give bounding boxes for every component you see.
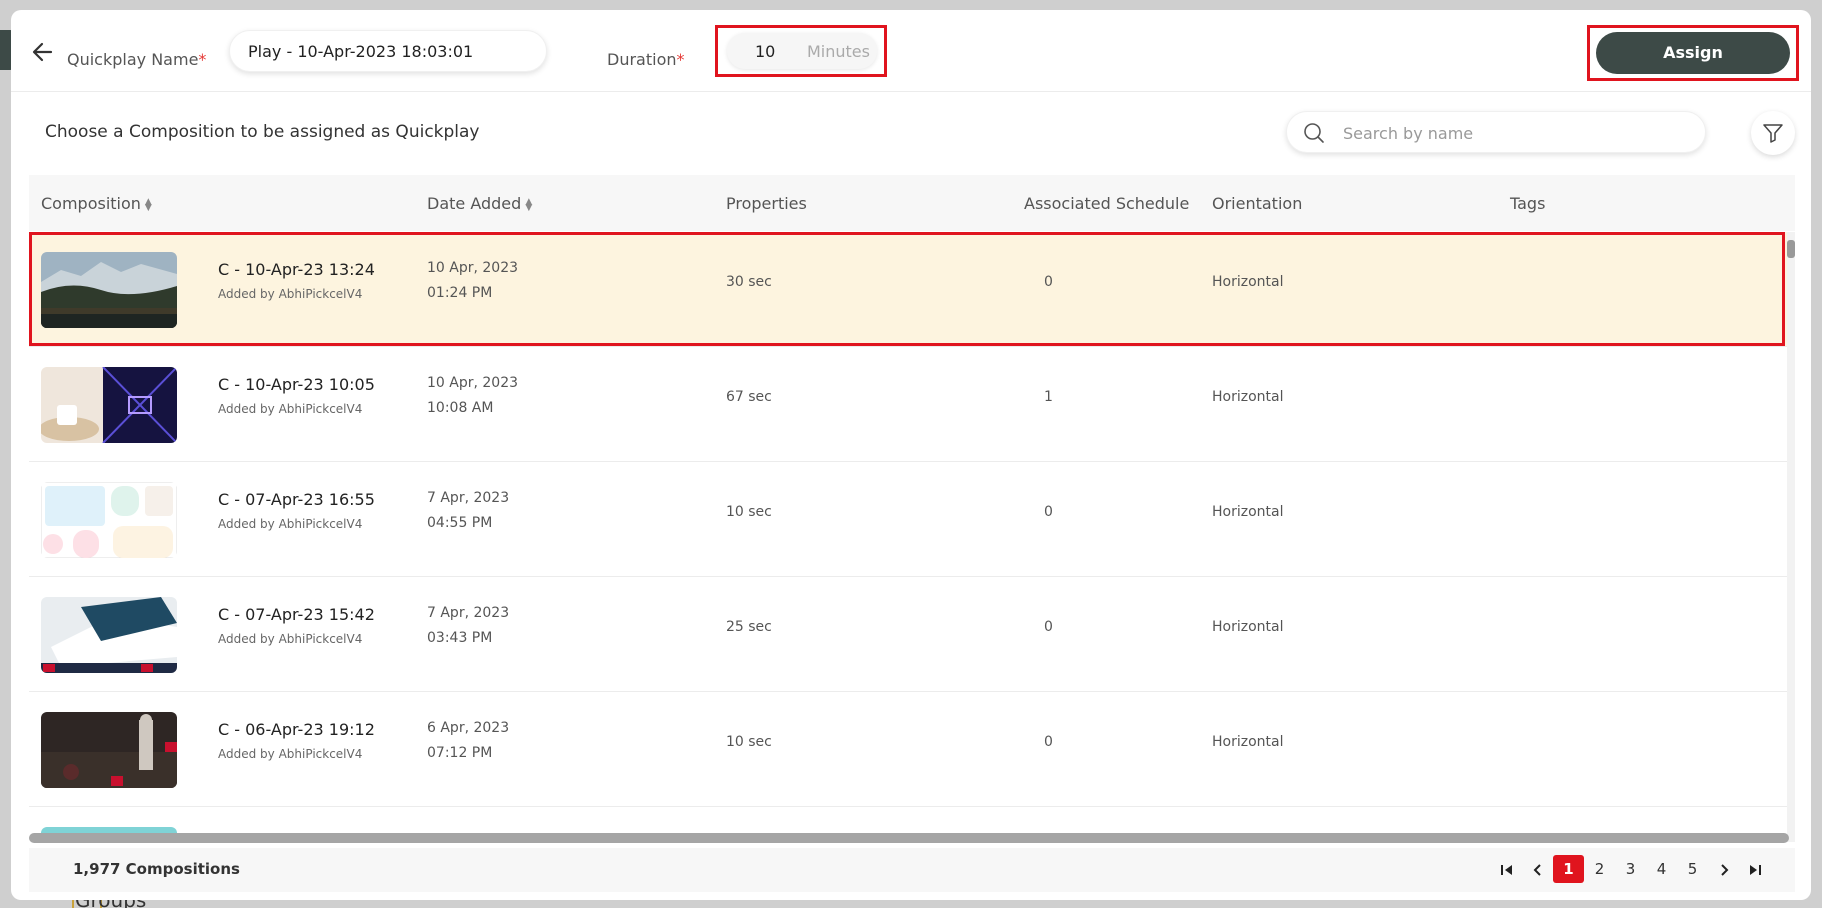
table-footer: 1,977 Compositions 1 2 3 4 5 [29,848,1795,892]
quickplay-name-label: Quickplay Name* [67,50,207,69]
orientation: Horizontal [1212,619,1284,635]
last-page-icon [1749,864,1761,875]
chevron-left-icon [1533,863,1541,876]
composition-name: C - 10-Apr-23 13:24 [218,260,375,279]
properties-duration: 10 sec [726,734,772,750]
composition-added-by: Added by AbhiPickcelV4 [218,287,363,301]
search-input[interactable]: Search by name [1286,111,1706,153]
composition-thumbnail [41,367,177,443]
quickplay-modal: Quickplay Name* Play - 10-Apr-2023 18:03… [11,10,1811,900]
composition-name: C - 06-Apr-23 19:12 [218,720,375,739]
associated-schedule-count: 0 [1044,619,1053,635]
table-row[interactable]: C - 10-Apr-23 10:05 Added by AbhiPickcel… [29,347,1795,462]
page-3[interactable]: 3 [1615,855,1646,883]
table-row[interactable]: C - 07-Apr-23 16:55 Added by AbhiPickcel… [29,462,1795,577]
date-added: 7 Apr, 2023 [427,490,510,506]
properties-duration: 10 sec [726,504,772,520]
column-composition[interactable]: Composition ▲ ▼ [41,194,152,213]
assign-button[interactable]: Assign [1596,32,1790,74]
date-added: 7 Apr, 2023 [427,605,510,621]
associated-schedule-count: 0 [1044,274,1053,290]
composition-name: C - 10-Apr-23 10:05 [218,375,375,394]
composition-added-by: Added by AbhiPickcelV4 [218,402,363,416]
search-placeholder: Search by name [1343,124,1474,143]
column-tags: Tags [1510,194,1546,213]
composition-added-by: Added by AbhiPickcelV4 [218,747,363,761]
table-header: Composition ▲ ▼ Date Added ▲ ▼ Properties As… [29,175,1795,231]
vertical-scrollbar-thumb[interactable] [1787,240,1795,258]
composition-thumbnail [41,482,177,558]
horizontal-scrollbar[interactable] [29,833,1789,843]
column-properties: Properties [726,194,807,213]
first-page-button[interactable] [1491,855,1522,883]
table-body: C - 10-Apr-23 13:24 Added by AbhiPickcel… [29,232,1795,842]
page-2[interactable]: 2 [1584,855,1615,883]
composition-count: 1,977 Compositions [73,860,240,878]
vertical-scrollbar[interactable] [1787,232,1795,842]
duration-unit: Minutes [807,42,870,61]
properties-duration: 30 sec [726,274,772,290]
filter-icon [1763,124,1783,143]
duration-highlight: 10 Minutes [715,25,887,77]
page-4[interactable]: 4 [1646,855,1677,883]
table-row[interactable]: C - 10-Apr-23 13:24 Added by AbhiPickcel… [29,232,1795,347]
pagination: 1 2 3 4 5 [1491,854,1770,884]
next-page-button[interactable] [1708,855,1739,883]
quickplay-name-input[interactable]: Play - 10-Apr-2023 18:03:01 [229,30,547,72]
associated-schedule-count: 0 [1044,734,1053,750]
date-added: 10 Apr, 2023 [427,260,519,276]
sort-icon: ▲ ▼ [144,196,152,213]
duration-value: 10 [755,42,776,61]
modal-header: Quickplay Name* Play - 10-Apr-2023 18:03… [11,10,1811,92]
orientation: Horizontal [1212,274,1284,290]
orientation: Horizontal [1212,504,1284,520]
associated-schedule-count: 1 [1044,389,1053,405]
properties-duration: 67 sec [726,389,772,405]
orientation: Horizontal [1212,734,1284,750]
page-1[interactable]: 1 [1553,855,1584,883]
date-added: 10 Apr, 2023 [427,375,519,391]
composition-thumbnail [41,712,177,788]
column-orientation: Orientation [1212,194,1303,213]
time-added: 07:12 PM [427,745,493,761]
assign-highlight: Assign [1587,25,1799,81]
page-5[interactable]: 5 [1677,855,1708,883]
composition-name: C - 07-Apr-23 16:55 [218,490,375,509]
properties-duration: 25 sec [726,619,772,635]
time-added: 01:24 PM [427,285,493,301]
arrow-left-icon [32,42,53,62]
composition-thumbnail [41,252,177,328]
composition-added-by: Added by AbhiPickcelV4 [218,517,363,531]
table-row[interactable]: C - 07-Apr-23 15:42 Added by AbhiPickcel… [29,577,1795,692]
last-page-button[interactable] [1739,855,1770,883]
composition-name: C - 07-Apr-23 15:42 [218,605,375,624]
time-added: 03:43 PM [427,630,493,646]
associated-schedule-count: 0 [1044,504,1053,520]
time-added: 10:08 AM [427,400,494,416]
sort-icon: ▲ ▼ [525,196,533,213]
back-button[interactable] [29,38,57,66]
time-added: 04:55 PM [427,515,493,531]
composition-added-by: Added by AbhiPickcelV4 [218,632,363,646]
table-row[interactable]: C - 06-Apr-23 19:12 Added by AbhiPickcel… [29,692,1795,807]
chevron-right-icon [1720,863,1728,876]
search-icon [1304,123,1324,143]
date-added: 6 Apr, 2023 [427,720,510,736]
first-page-icon [1500,864,1512,875]
orientation: Horizontal [1212,389,1284,405]
column-date-added[interactable]: Date Added ▲ ▼ [427,194,532,213]
instruction-text: Choose a Composition to be assigned as Q… [45,122,480,142]
composition-thumbnail [41,597,177,673]
prev-page-button[interactable] [1522,855,1553,883]
duration-input[interactable]: 10 Minutes [727,33,877,69]
column-associated-schedule: Associated Schedule [1024,194,1190,213]
duration-label: Duration* [607,50,685,69]
filter-button[interactable] [1751,111,1795,155]
